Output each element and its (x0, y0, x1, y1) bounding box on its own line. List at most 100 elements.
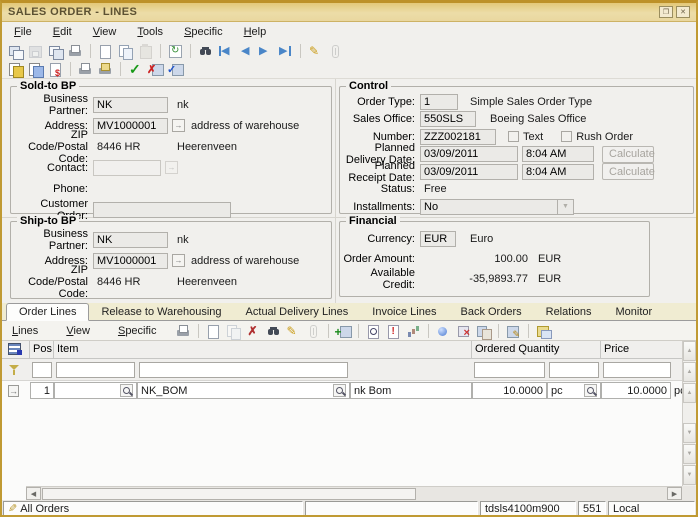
delete-lines-icon[interactable] (147, 61, 164, 77)
row-down-icon[interactable]: ▼ (683, 423, 696, 443)
cell-item[interactable]: NK_BOM (137, 382, 350, 399)
currency-input[interactable] (420, 231, 456, 247)
text-editor-icon[interactable] (307, 43, 324, 59)
browse-project-icon[interactable] (120, 384, 133, 397)
menu-specific[interactable]: Specific (182, 25, 225, 39)
filter-project-input[interactable] (56, 362, 135, 378)
filter-unit-input[interactable] (549, 362, 599, 378)
page-up-icon[interactable]: ▲ (683, 362, 696, 382)
copy-lines-icon[interactable] (475, 323, 492, 339)
filter-price-input[interactable] (603, 362, 671, 378)
view-selector[interactable]: ✎All Orders (3, 501, 303, 516)
cell-item-description[interactable]: nk Bom (350, 382, 472, 399)
menu-help[interactable]: Help (242, 25, 269, 39)
new-window-icon[interactable] (47, 43, 64, 59)
table-row[interactable]: → 1 NK_BOM nk Bom 10.0000 pc 10.0000 pc (2, 381, 696, 400)
filter-quantity-input[interactable] (474, 362, 545, 378)
menu-tools[interactable]: Tools (135, 25, 165, 39)
order-number-input[interactable] (420, 129, 496, 145)
close-icon[interactable]: ✕ (676, 6, 690, 18)
print-icon[interactable] (175, 323, 192, 339)
tab-relations[interactable]: Relations (534, 304, 604, 320)
totals-icon[interactable] (405, 323, 422, 339)
menu-view[interactable]: View (91, 25, 119, 39)
menu-lines[interactable]: Lines (10, 324, 40, 338)
ship-to-bp-input[interactable] (93, 232, 168, 248)
menu-lines-view[interactable]: View (64, 324, 92, 338)
scrollbar-thumb[interactable] (42, 488, 416, 500)
cell-price[interactable]: 10.0000 (601, 382, 671, 399)
installments-input[interactable] (420, 199, 558, 215)
menu-file[interactable]: File (12, 25, 34, 39)
browse-unit-icon[interactable] (584, 384, 597, 397)
cell-project[interactable] (54, 382, 137, 399)
tab-invoice-lines[interactable]: Invoice Lines (360, 304, 448, 320)
validate-icon[interactable] (167, 61, 184, 77)
cell-pos[interactable]: 1 (30, 382, 54, 399)
copy-order-icon[interactable] (7, 61, 24, 77)
approve-icon[interactable] (127, 61, 144, 77)
find-icon[interactable] (265, 323, 282, 339)
tab-actual-delivery-lines[interactable]: Actual Delivery Lines (234, 304, 361, 320)
copy-icon[interactable] (117, 43, 134, 59)
contact-input[interactable] (93, 160, 161, 176)
scroll-top-icon[interactable]: ▲ (683, 341, 696, 361)
delete-icon[interactable] (245, 323, 262, 339)
menu-lines-specific[interactable]: Specific (116, 324, 159, 338)
address-jump-icon[interactable]: → (172, 119, 185, 132)
col-header-price[interactable]: Price (601, 341, 686, 359)
generate-icon[interactable] (455, 323, 472, 339)
new-doc-icon[interactable] (97, 43, 114, 59)
print-acknowledgement-icon[interactable] (97, 61, 114, 77)
chevron-down-icon[interactable]: ▼ (558, 199, 574, 215)
text-editor-icon[interactable] (285, 323, 302, 339)
order-status-icon[interactable] (385, 323, 402, 339)
sold-to-address-input[interactable] (93, 118, 168, 134)
installments-combo[interactable]: ▼ (420, 199, 574, 215)
last-record-icon[interactable] (277, 43, 294, 59)
print-icon[interactable] (67, 43, 84, 59)
planned-receipt-date-input[interactable] (420, 164, 518, 180)
duplicate-order-icon[interactable] (27, 61, 44, 77)
customer-order-input[interactable] (93, 202, 231, 218)
address-jump-icon[interactable]: → (172, 254, 185, 267)
ship-to-address-input[interactable] (93, 253, 168, 269)
cell-ordered-quantity[interactable]: 10.0000 (472, 382, 547, 399)
text-checkbox[interactable] (508, 131, 519, 142)
refresh-icon[interactable] (167, 43, 184, 59)
browse-icon[interactable] (365, 323, 382, 339)
find-icon[interactable] (197, 43, 214, 59)
sales-office-input[interactable] (420, 111, 476, 127)
tab-release-to-warehousing[interactable]: Release to Warehousing (89, 304, 233, 320)
tab-order-lines[interactable]: Order Lines (6, 303, 89, 321)
calculate-delivery-button[interactable]: Calculate (602, 146, 654, 163)
scroll-right-icon[interactable]: ▶ (667, 487, 682, 500)
col-header-item[interactable]: Item (54, 341, 472, 359)
restore-icon[interactable]: ❐ (659, 6, 673, 18)
insert-line-icon[interactable] (335, 323, 352, 339)
new-doc-icon[interactable] (205, 323, 222, 339)
scroll-bottom-icon[interactable]: ▼ (683, 465, 696, 485)
rush-order-checkbox[interactable] (561, 131, 572, 142)
filter-icon[interactable] (7, 363, 23, 377)
planned-receipt-time-input[interactable] (522, 164, 594, 180)
order-type-input[interactable] (420, 94, 458, 110)
filter-pos-input[interactable] (32, 362, 52, 378)
order-amounts-icon[interactable] (47, 61, 64, 77)
cell-quantity-unit[interactable]: pc (547, 382, 601, 399)
line-details-icon[interactable] (505, 323, 522, 339)
sold-to-bp-input[interactable] (93, 97, 168, 113)
horizontal-scrollbar[interactable]: ◀ ▶ (26, 486, 682, 500)
expand-row-icon[interactable]: → (8, 385, 19, 397)
print-order-icon[interactable] (77, 61, 94, 77)
tab-monitor[interactable]: Monitor (603, 304, 664, 320)
browse-item-icon[interactable] (333, 384, 346, 397)
planned-delivery-date-input[interactable] (420, 146, 518, 162)
page-down-icon[interactable]: ▼ (683, 444, 696, 464)
menu-edit[interactable]: Edit (51, 25, 74, 39)
filter-item-input[interactable] (139, 362, 348, 378)
tab-back-orders[interactable]: Back Orders (448, 304, 533, 320)
first-record-icon[interactable] (217, 43, 234, 59)
next-record-icon[interactable] (257, 43, 274, 59)
calculate-receipt-button[interactable]: Calculate (602, 163, 654, 180)
